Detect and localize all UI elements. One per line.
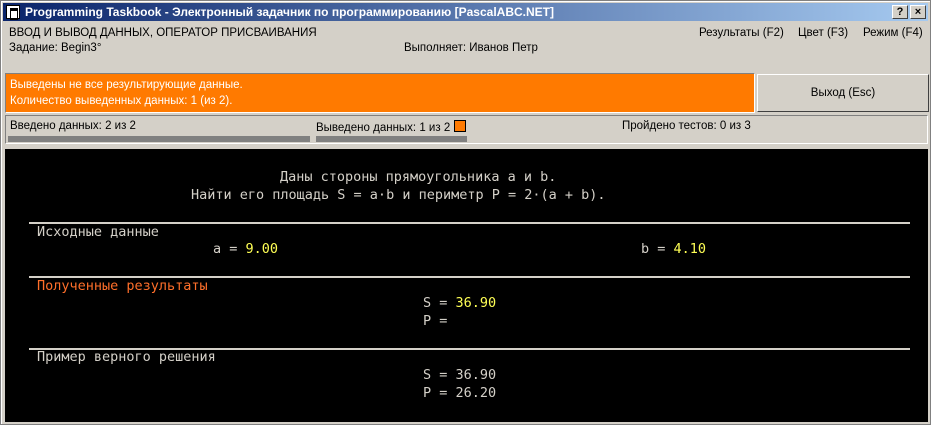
example-p: P = 26.20 [423, 385, 497, 401]
tests-passed-label: Пройдено тестов: 0 из 3 [622, 120, 751, 132]
example-title: Пример верного решения [37, 349, 216, 365]
mode-menu[interactable]: Режим (F4) [863, 27, 923, 39]
message-line-2: Количество выведенных данных: 1 (из 2). [10, 95, 233, 107]
color-menu[interactable]: Цвет (F3) [798, 27, 848, 39]
input-a: a = 9.00 [213, 241, 279, 257]
tests-passed-value: 0 из 3 [719, 120, 751, 132]
result-p: P = [423, 313, 456, 329]
example-s: S = 36.90 [423, 367, 497, 383]
message-line-1: Выведены не все результирующие данные. [10, 79, 243, 91]
results-title: Полученные результаты [37, 278, 208, 294]
exit-button[interactable]: Выход (Esc) [757, 74, 929, 112]
result-s-value: 36.90 [455, 295, 497, 311]
status-panel: Введено данных: 2 из 2 Выведено данных: … [5, 115, 928, 144]
input-b-value: 4.10 [673, 241, 707, 257]
title-bar: Programming Taskbook - Электронный задач… [3, 3, 928, 21]
task-console: Даны стороны прямоугольника a и b. Найти… [5, 149, 928, 422]
message-panel: Выведены не все результирующие данные. К… [5, 73, 755, 113]
main-window: Programming Taskbook - Электронный задач… [0, 0, 931, 425]
entered-progress-bar [8, 136, 310, 142]
input-data-title: Исходные данные [37, 224, 159, 240]
performer-label: Выполняет: Иванов Петр [404, 42, 538, 54]
problem-line-1: Даны стороны прямоугольника a и b. [280, 169, 557, 185]
input-b: b = 4.10 [641, 241, 707, 257]
output-status-indicator [454, 120, 467, 132]
entered-data-value: 2 из 2 [105, 120, 136, 132]
problem-line-2: Найти его площадь S = a·b и периметр P =… [191, 187, 606, 203]
input-a-value: 9.00 [245, 241, 279, 257]
output-data-label: Выведено данных: 1 из 2 [316, 120, 467, 134]
result-s: S = 36.90 [423, 295, 497, 311]
divider-1 [29, 222, 910, 224]
close-button[interactable]: × [910, 5, 926, 19]
window-title: Programming Taskbook - Электронный задач… [25, 5, 554, 19]
results-menu[interactable]: Результаты (F2) [699, 27, 784, 39]
help-button[interactable]: ? [892, 5, 908, 19]
output-data-value: 1 из 2 [419, 122, 451, 134]
topic-label: ВВОД И ВЫВОД ДАННЫХ, ОПЕРАТОР ПРИСВАИВАН… [9, 27, 317, 39]
task-label: Задание: Begin3° [9, 42, 102, 54]
entered-data-label: Введено данных: 2 из 2 [10, 120, 136, 132]
app-icon [6, 5, 20, 20]
output-progress-bar [316, 136, 467, 142]
